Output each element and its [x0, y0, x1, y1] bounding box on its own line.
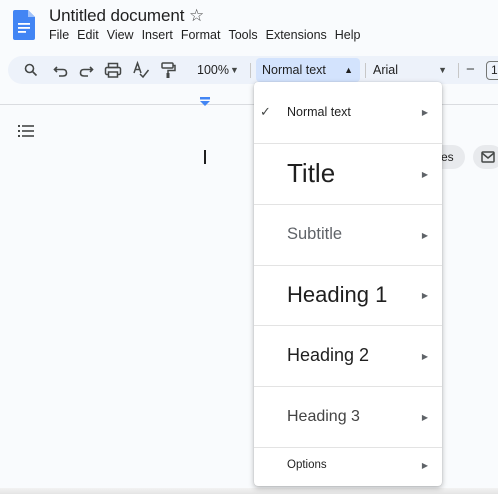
toolbar-divider [250, 63, 251, 78]
undo-icon[interactable] [53, 56, 71, 84]
submenu-arrow-icon: ▶ [421, 231, 428, 240]
menu-bar: File Edit View Insert Format Tools Exten… [49, 28, 369, 42]
menu-insert[interactable]: Insert [142, 28, 173, 42]
paragraph-style-value: Normal text [262, 63, 326, 77]
menu-item-label: Options [287, 459, 327, 471]
paragraph-style-select[interactable]: Normal text ▲ [256, 58, 360, 82]
menu-item-label: Heading 3 [287, 408, 360, 425]
submenu-arrow-icon: ▶ [421, 170, 428, 179]
menu-view[interactable]: View [107, 28, 134, 42]
page-edge [0, 488, 498, 494]
spellcheck-icon[interactable] [132, 56, 152, 84]
toolbar-divider [365, 63, 366, 78]
menu-item-label: Title [287, 158, 336, 188]
submenu-arrow-icon: ▶ [421, 108, 428, 117]
caret-down-icon[interactable]: ▼ [230, 56, 239, 84]
menu-tools[interactable]: Tools [228, 28, 257, 42]
menu-item-heading-3[interactable]: Heading 3 ▶ [254, 387, 442, 448]
menu-item-subtitle[interactable]: Subtitle ▶ [254, 205, 442, 266]
paragraph-style-menu: ✓ Normal text ▶ Title ▶ Subtitle ▶ Headi… [254, 82, 442, 486]
mail-icon [481, 151, 495, 163]
text-cursor [204, 150, 206, 164]
document-title[interactable]: Untitled document [49, 6, 184, 26]
submenu-arrow-icon: ▶ [421, 352, 428, 361]
caret-up-icon: ▲ [344, 65, 353, 75]
docs-logo-icon[interactable] [13, 10, 35, 40]
star-icon[interactable]: ☆ [189, 6, 204, 26]
toolbar-divider [458, 63, 459, 78]
font-size-input[interactable]: 1 [486, 61, 498, 80]
search-menus-icon[interactable] [24, 56, 44, 84]
email-draft-chip[interactable] [473, 145, 498, 169]
indent-marker-icon[interactable] [199, 93, 211, 106]
paint-format-icon[interactable] [160, 56, 178, 84]
menu-item-normal-text[interactable]: ✓ Normal text ▶ [254, 82, 442, 144]
top-bar: Untitled document ☆ File Edit View Inser… [0, 0, 498, 52]
menu-edit[interactable]: Edit [77, 28, 99, 42]
submenu-arrow-icon: ▶ [421, 461, 428, 470]
font-select[interactable]: Arial ▼ [373, 58, 453, 82]
menu-file[interactable]: File [49, 28, 69, 42]
menu-help[interactable]: Help [335, 28, 361, 42]
chip-label: es [441, 150, 454, 164]
menu-item-title[interactable]: Title ▶ [254, 144, 442, 205]
submenu-arrow-icon: ▶ [421, 413, 428, 422]
decrease-font-size-button[interactable]: − [466, 56, 475, 84]
document-outline-icon[interactable] [18, 124, 34, 143]
toolbar: 100% ▼ Normal text ▲ Arial ▼ − 1 [8, 56, 498, 84]
print-icon[interactable] [104, 56, 124, 84]
menu-extensions[interactable]: Extensions [266, 28, 327, 42]
font-value: Arial [373, 63, 399, 77]
submenu-arrow-icon: ▶ [421, 291, 428, 300]
caret-down-icon: ▼ [438, 65, 447, 75]
menu-item-heading-2[interactable]: Heading 2 ▶ [254, 326, 442, 387]
redo-icon[interactable] [78, 56, 96, 84]
menu-item-label: Heading 2 [287, 345, 370, 365]
menu-item-label: Normal text [287, 105, 351, 119]
menu-item-heading-1[interactable]: Heading 1 ▶ [254, 266, 442, 326]
check-icon: ✓ [260, 104, 271, 119]
menu-item-label: Subtitle [287, 225, 343, 243]
menu-format[interactable]: Format [181, 28, 221, 42]
menu-item-options[interactable]: Options ▶ [254, 448, 442, 486]
menu-item-label: Heading 1 [287, 282, 388, 307]
